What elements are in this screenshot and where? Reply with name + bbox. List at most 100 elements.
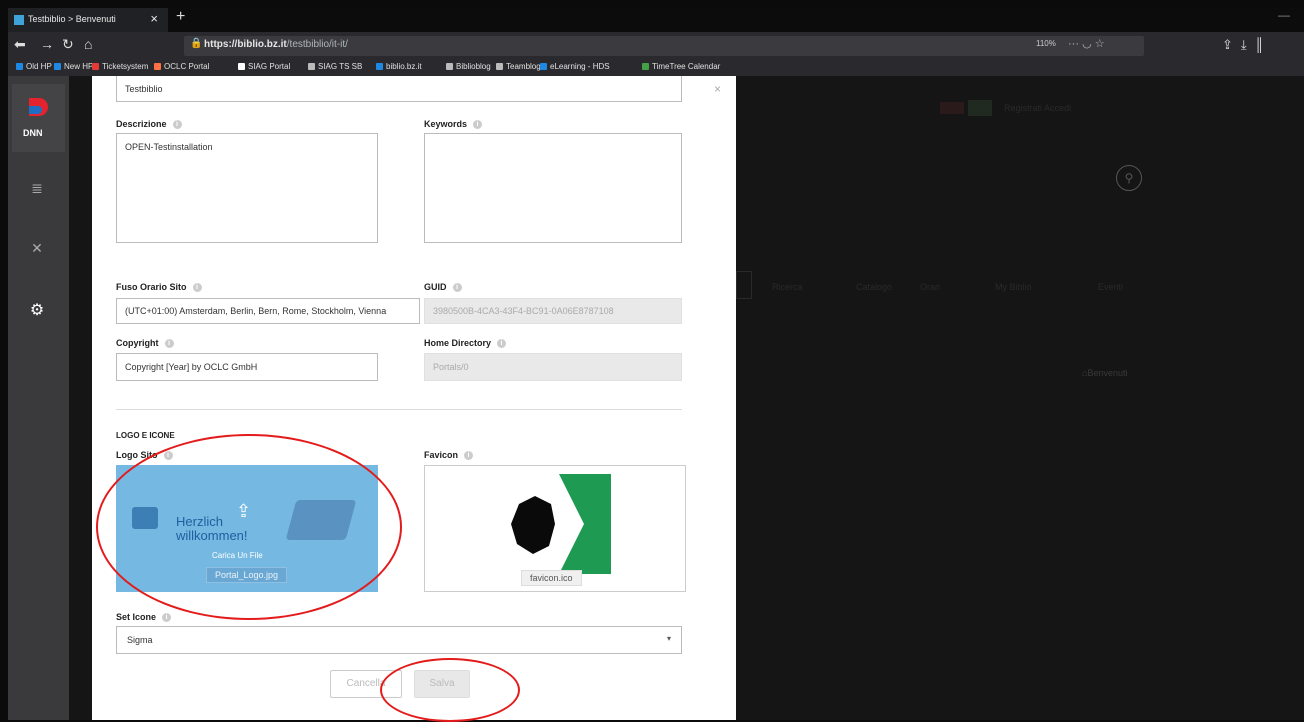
more-icon[interactable]: ···	[1068, 38, 1079, 50]
info-icon[interactable]: i	[172, 120, 182, 130]
info-icon[interactable]: i	[473, 120, 483, 130]
bookmark-icon	[238, 63, 245, 70]
bookmark-item[interactable]: Teamblog	[496, 62, 541, 71]
tab-title: Testbiblio > Benvenuti	[28, 14, 116, 24]
lock-icon[interactable]: 🔒	[190, 38, 202, 49]
bookmark-label: Ticketsystem	[102, 62, 149, 71]
info-icon[interactable]: i	[497, 339, 507, 349]
page-actions[interactable]: ··· ◡ ☆	[1068, 37, 1105, 50]
url-path: /testbiblio/it-it/	[286, 39, 348, 50]
settings-gear-icon[interactable]: ⚙	[27, 300, 47, 320]
breadcrumb-label: Benvenuti	[1087, 368, 1128, 378]
icon-set-select[interactable]: Sigma ▾	[116, 626, 682, 654]
user-links[interactable]: Registrati Accedi	[1004, 103, 1071, 113]
bookmark-item[interactable]: Old HP	[16, 62, 52, 71]
home-directory-label: Home Directory i	[424, 338, 507, 349]
menu-ricerca[interactable]: Ricerca	[772, 282, 803, 292]
menu-orari[interactable]: Orari	[920, 282, 940, 292]
url-text[interactable]: https://biblio.bz.it/testbiblio/it-it/	[204, 39, 348, 50]
menu-eventi[interactable]: Eventi	[1098, 282, 1123, 292]
new-tab-icon[interactable]: +	[176, 8, 185, 26]
descrizione-value: OPEN-Testinstallation	[125, 142, 213, 152]
dnn-logo-icon	[29, 98, 48, 116]
bookmark-icon	[446, 63, 453, 70]
library-icon[interactable]: ║	[1255, 37, 1272, 52]
site-title-value: Testbiblio	[125, 83, 163, 94]
bookmark-item[interactable]: biblio.bz.it	[376, 62, 422, 71]
bookmark-icon	[154, 63, 161, 70]
flag-de-icon[interactable]	[940, 102, 964, 114]
bookmark-icon	[376, 63, 383, 70]
forward-icon[interactable]: →	[40, 36, 54, 52]
descrizione-label-text: Descrizione	[116, 119, 167, 129]
pocket-icon[interactable]: ◡	[1082, 38, 1092, 50]
descrizione-textarea[interactable]: OPEN-Testinstallation	[116, 133, 378, 243]
bookmark-icon	[642, 63, 649, 70]
keywords-label-text: Keywords	[424, 119, 468, 129]
minimize-icon[interactable]: —	[1278, 8, 1290, 22]
bookmark-item[interactable]: SIAG TS SB	[308, 62, 362, 71]
bookmark-icon	[496, 63, 503, 70]
tools-icon[interactable]: ✕	[27, 240, 47, 257]
guid-field: 3980500B-4CA3-43F4-BC91-0A06E8787108	[424, 298, 682, 324]
home-icon[interactable]: ⌂	[84, 36, 92, 52]
background-search-field	[736, 271, 752, 299]
dnn-logo-text: DNN	[23, 128, 43, 138]
bookmark-icon	[16, 63, 23, 70]
zoom-level[interactable]: 110%	[1036, 39, 1056, 48]
search-icon[interactable]: ⚲	[1116, 165, 1142, 191]
bookmark-item[interactable]: TimeTree Calendar	[642, 62, 720, 71]
set-icone-label-text: Set Icone	[116, 612, 157, 622]
sync-icon[interactable]: ⇪	[1222, 37, 1241, 52]
menu-catalogo[interactable]: Catalogo	[856, 282, 892, 292]
flag-it-icon[interactable]	[968, 100, 992, 116]
bookmark-star-icon[interactable]: ☆	[1095, 38, 1105, 50]
browser-tab[interactable]: Testbiblio > Benvenuti ×	[8, 8, 168, 32]
bookmark-item[interactable]: SIAG Portal	[238, 62, 290, 71]
favicon-upload-area[interactable]: favicon.ico	[424, 465, 686, 592]
site-title-field[interactable]: Testbiblio	[116, 76, 682, 102]
back-icon[interactable]: ⬅	[14, 36, 26, 53]
info-icon[interactable]: i	[192, 283, 202, 293]
bookmark-item[interactable]: eLearning - HDS	[540, 62, 610, 71]
bookmark-label: Biblioblog	[456, 62, 491, 71]
bookmark-label: SIAG TS SB	[318, 62, 363, 71]
chevron-down-icon[interactable]: ▾	[667, 634, 671, 643]
breadcrumb[interactable]: ⌂Benvenuti	[1082, 368, 1127, 378]
bookmark-icon	[308, 63, 315, 70]
content-icon[interactable]: ≣	[27, 180, 47, 197]
menu-mybiblio[interactable]: My Biblio	[995, 282, 1032, 292]
bookmark-label: OCLC Portal	[164, 62, 210, 71]
guid-label-text: GUID	[424, 282, 447, 292]
bookmark-icon	[92, 63, 99, 70]
keywords-textarea[interactable]	[424, 133, 682, 243]
favicon-image	[511, 474, 611, 574]
copyright-field[interactable]: Copyright [Year] by OCLC GmbH	[116, 353, 378, 381]
timezone-value: (UTC+01:00) Amsterdam, Berlin, Bern, Rom…	[125, 306, 387, 316]
toolbar-icons: ⇪⤓║	[1222, 37, 1272, 53]
info-icon[interactable]: i	[452, 283, 462, 293]
bookmark-item[interactable]: New HP	[54, 62, 93, 71]
info-icon[interactable]: i	[162, 613, 172, 623]
bookmark-item[interactable]: OCLC Portal	[154, 62, 209, 71]
bookmark-item[interactable]: Ticketsystem	[92, 62, 148, 71]
fuso-orario-label-text: Fuso Orario Sito	[116, 282, 187, 292]
fuso-orario-label: Fuso Orario Sito i	[116, 282, 202, 293]
bookmark-item[interactable]: Biblioblog	[446, 62, 491, 71]
url-host: https://biblio.bz.it	[204, 39, 287, 50]
annotation-ellipse-logo	[96, 434, 402, 620]
close-tab-icon[interactable]: ×	[150, 11, 158, 26]
info-icon[interactable]: i	[464, 451, 474, 461]
info-icon[interactable]: i	[164, 339, 174, 349]
favicon-label: Favicon i	[424, 450, 474, 461]
logo-section-title: LOGO E ICONE	[116, 431, 175, 440]
timezone-select[interactable]: (UTC+01:00) Amsterdam, Berlin, Bern, Rom…	[116, 298, 420, 324]
reload-icon[interactable]: ↻	[62, 36, 74, 53]
download-icon[interactable]: ⤓	[1241, 37, 1255, 52]
set-icone-label: Set Icone i	[116, 612, 172, 623]
close-modal-icon[interactable]: ×	[714, 82, 721, 96]
bookmark-label: eLearning - HDS	[550, 62, 610, 71]
tab-bar	[8, 8, 1304, 32]
annotation-ellipse-save	[380, 658, 520, 722]
dnn-persona-bar	[8, 76, 69, 720]
